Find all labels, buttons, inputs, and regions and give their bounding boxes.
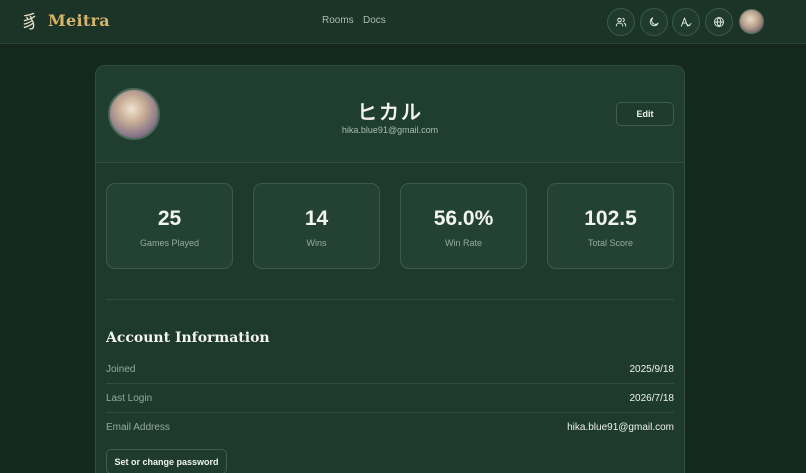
info-row-last-login: Last Login 2026/7/18 <box>106 384 674 413</box>
change-password-button[interactable]: Set or change password <box>106 449 227 473</box>
users-icon <box>615 17 627 27</box>
stat-label: Games Played <box>139 238 200 248</box>
stat-games-played: 25 Games Played <box>106 183 233 269</box>
nav-docs-link[interactable]: Docs <box>363 15 386 26</box>
edit-profile-button[interactable]: Edit <box>616 102 674 126</box>
stat-wins: 14 Wins <box>253 183 380 269</box>
info-value: hika.blue91@gmail.com <box>567 422 674 433</box>
globe-icon <box>714 16 724 28</box>
logo-icon[interactable]: 豸 <box>20 10 40 33</box>
brand-name[interactable]: Meitra <box>48 11 110 30</box>
text-size-icon <box>681 17 692 27</box>
profile-header: ヒカル hika.blue91@gmail.com Edit <box>96 66 684 163</box>
account-info-title: Account Information <box>106 330 270 346</box>
theme-toggle-button[interactable] <box>640 8 668 36</box>
info-label: Email Address <box>106 422 170 433</box>
stat-value: 14 <box>304 207 329 230</box>
info-value: 2026/7/18 <box>629 393 675 404</box>
stat-value: 25 <box>157 207 182 230</box>
info-label: Joined <box>106 364 136 375</box>
font-settings-button[interactable] <box>672 8 700 36</box>
stat-total-score: 102.5 Total Score <box>547 183 674 269</box>
language-button[interactable] <box>705 8 733 36</box>
info-label: Last Login <box>106 393 153 404</box>
stat-win-rate: 56.0% Win Rate <box>400 183 527 269</box>
section-divider <box>106 299 674 300</box>
profile-card: ヒカル hika.blue91@gmail.com Edit 25 Games … <box>95 65 685 473</box>
info-row-joined: Joined 2025/9/18 <box>106 355 674 384</box>
friends-button[interactable] <box>607 8 635 36</box>
stat-label: Wins <box>306 238 327 248</box>
moon-icon <box>649 17 659 27</box>
stat-label: Win Rate <box>444 238 482 248</box>
profile-name: ヒカル <box>357 100 423 124</box>
stat-value: 56.0% <box>433 207 494 230</box>
stat-label: Total Score <box>587 238 634 248</box>
info-value: 2025/9/18 <box>629 364 675 375</box>
profile-email: hika.blue91@gmail.com <box>341 125 439 135</box>
top-bar: 豸 Meitra Rooms Docs <box>0 0 806 44</box>
info-row-email: Email Address hika.blue91@gmail.com <box>106 413 674 442</box>
nav-rooms-link[interactable]: Rooms <box>322 15 354 26</box>
stat-value: 102.5 <box>584 207 637 230</box>
user-avatar-button[interactable] <box>739 9 764 34</box>
